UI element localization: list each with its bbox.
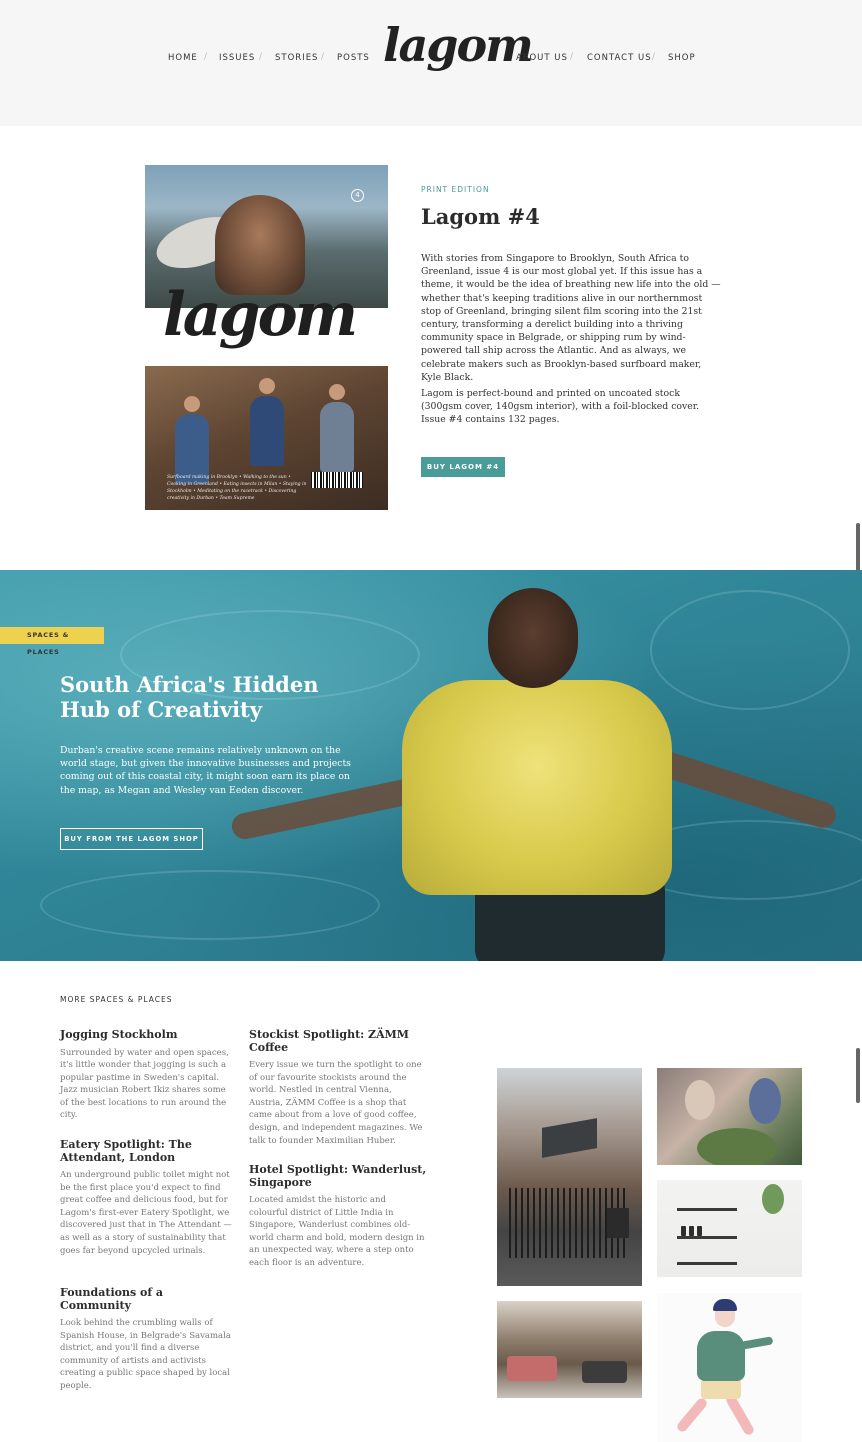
nav-separator: / [259, 52, 263, 62]
person [749, 1078, 781, 1124]
sign-awning [542, 1118, 597, 1158]
article-excerpt: An underground public toilet might not b… [60, 1170, 232, 1256]
nav-separator: / [321, 52, 325, 62]
hanging-plant [762, 1184, 784, 1214]
cover-logo: lagom [163, 280, 358, 350]
nav-separator: / [570, 52, 574, 62]
more-section-heading: MORE SPACES & PLACES [60, 995, 173, 1004]
workshop-person [250, 396, 284, 466]
thumbnail-hotel-interior[interactable] [497, 1301, 642, 1398]
illustration-leg [675, 1396, 709, 1434]
illustration-shorts [701, 1379, 741, 1399]
nav-posts[interactable]: POSTS [337, 53, 370, 63]
article-title[interactable]: Eatery Spotlight: The Attendant, London [60, 1138, 235, 1164]
illustration-hoodie [697, 1331, 745, 1381]
hero-description: Durban's creative scene remains relative… [60, 745, 351, 796]
product-description: With stories from Singapore to Brooklyn,… [421, 253, 721, 383]
plants [697, 1128, 777, 1165]
scrollbar-thumb[interactable] [856, 1048, 860, 1103]
site-logo[interactable]: lagom [383, 18, 534, 72]
illustration-hat [713, 1299, 737, 1311]
article-card[interactable]: Stockist Spotlight: ZÄMM Coffee Every is… [249, 1028, 427, 1147]
workshop-person-head [184, 396, 200, 412]
nav-contact-us[interactable]: CONTACT US [587, 53, 652, 63]
article-excerpt: Surrounded by water and open spaces, it'… [60, 1047, 229, 1121]
print-edition-label: PRINT EDITION [421, 185, 490, 194]
furniture [582, 1361, 627, 1383]
nav-separator: / [204, 52, 208, 62]
article-title[interactable]: Foundations of a Community [60, 1286, 235, 1312]
nav-issues[interactable]: ISSUES [219, 53, 255, 63]
bottle [681, 1226, 686, 1236]
thumbnail-the-attendant[interactable] [497, 1068, 642, 1286]
shelf [677, 1262, 737, 1265]
bottle [697, 1226, 702, 1236]
swimmer-yellow-shirt [402, 680, 672, 895]
thumbnail-shelf-interior[interactable] [657, 1180, 802, 1277]
site-header: HOME / ISSUES / STORIES / POSTS lagom AB… [0, 0, 862, 126]
workshop-person-head [259, 378, 275, 394]
thumbnail-zamm-coffee[interactable] [657, 1068, 802, 1165]
article-card[interactable]: Jogging Stockholm Surrounded by water an… [60, 1028, 235, 1122]
water-ripple [40, 870, 380, 940]
bottle [689, 1226, 694, 1236]
article-excerpt: Look behind the crumbling walls of Spani… [60, 1318, 231, 1391]
nav-shop[interactable]: SHOP [668, 53, 696, 63]
shelf [677, 1236, 737, 1239]
article-card[interactable]: Eatery Spotlight: The Attendant, London … [60, 1138, 235, 1257]
water-ripple [650, 590, 850, 710]
chalkboard-sign [607, 1208, 629, 1238]
cover-photo-workshop: Surfboard making in Brooklyn • Walking t… [145, 366, 388, 510]
article-title[interactable]: Stockist Spotlight: ZÄMM Coffee [249, 1028, 427, 1054]
magazine-cover-image[interactable]: 4 Surfboard making in Brooklyn • Walking… [145, 165, 388, 510]
nav-separator: / [652, 52, 656, 62]
article-excerpt: Located amidst the historic and colourfu… [249, 1195, 425, 1268]
shelf [677, 1208, 737, 1211]
article-title[interactable]: Hotel Spotlight: Wanderlust, Singapore [249, 1163, 427, 1189]
product-specs: Lagom is perfect-bound and printed on un… [421, 388, 700, 426]
cover-blurb: Surfboard making in Brooklyn • Walking t… [167, 475, 307, 501]
buy-lagom-4-button[interactable]: BUY LAGOM #4 [421, 457, 505, 477]
issue-badge: 4 [351, 189, 364, 202]
article-excerpt: Every issue we turn the spotlight to one… [249, 1060, 423, 1146]
nav-about-us[interactable]: ABOUT US [516, 53, 568, 63]
thumbnail-jogger-illustration[interactable] [657, 1293, 802, 1442]
workshop-person [320, 402, 354, 472]
swimmer-head [488, 588, 578, 688]
feature-hero: SPACES & PLACES South Africa's Hidden Hu… [0, 570, 862, 961]
illustration-arm [740, 1336, 774, 1350]
furniture [507, 1356, 557, 1381]
article-title[interactable]: Jogging Stockholm [60, 1028, 235, 1042]
buy-from-shop-button[interactable]: BUY FROM THE LAGOM SHOP [60, 828, 203, 850]
illustration-leg [724, 1393, 756, 1437]
hero-title[interactable]: South Africa's Hidden Hub of Creativity [60, 672, 370, 722]
nav-home[interactable]: HOME [168, 53, 198, 63]
workshop-person-head [329, 384, 345, 400]
product-title: Lagom #4 [421, 204, 540, 229]
article-card[interactable]: Hotel Spotlight: Wanderlust, Singapore L… [249, 1163, 427, 1270]
barcode [311, 472, 363, 488]
person [685, 1080, 715, 1120]
nav-stories[interactable]: STORIES [275, 53, 318, 63]
article-card[interactable]: Foundations of a Community Look behind t… [60, 1286, 235, 1393]
category-tag[interactable]: SPACES & PLACES [0, 627, 104, 656]
